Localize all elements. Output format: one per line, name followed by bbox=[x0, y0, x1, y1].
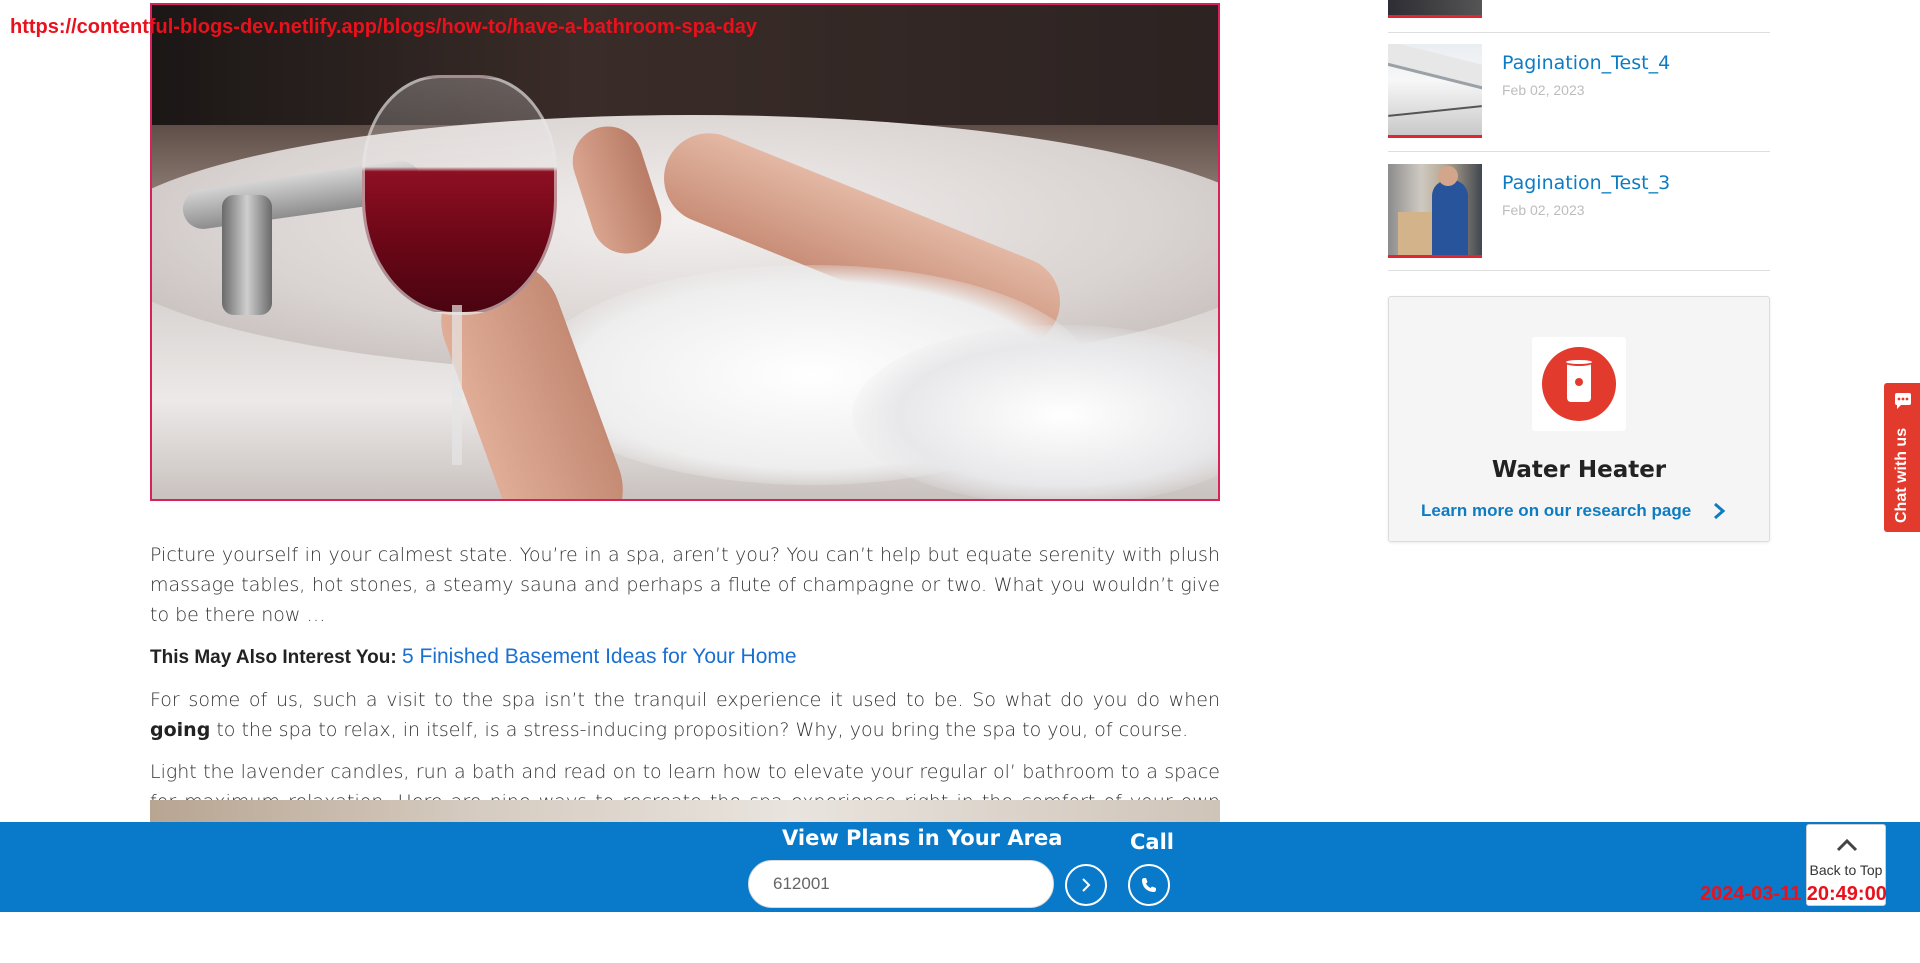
call-label: Call bbox=[1130, 830, 1174, 854]
submit-zip-button[interactable] bbox=[1065, 864, 1107, 906]
chat-label: Chat with us bbox=[1893, 427, 1910, 523]
article-paragraph-1: Picture yourself in your calmest state. … bbox=[150, 544, 1220, 626]
chat-bubble-icon bbox=[1895, 393, 1911, 409]
phone-icon bbox=[1142, 878, 1156, 892]
url-overlay: https://contentful-blogs-dev.netlify.app… bbox=[10, 16, 758, 38]
chevron-right-icon[interactable] bbox=[1709, 501, 1729, 521]
zip-code-input[interactable] bbox=[748, 860, 1054, 908]
divider bbox=[1388, 32, 1770, 33]
post-title[interactable]: Pagination_Test_4 bbox=[1502, 52, 1670, 74]
chevron-right-icon bbox=[1082, 878, 1091, 892]
paragraph-2-bold: going bbox=[150, 719, 211, 741]
post-date: Feb 02, 2023 bbox=[1502, 82, 1585, 98]
recent-post-item[interactable]: Pagination_Test_4 Feb 02, 2023 bbox=[1388, 44, 1770, 140]
chat-with-us-tab[interactable]: Chat with us bbox=[1884, 383, 1920, 532]
view-plans-label: View Plans in Your Area bbox=[782, 826, 1063, 850]
back-to-top-label: Back to Top bbox=[1809, 862, 1883, 878]
also-interest-label: This May Also Interest You: bbox=[150, 647, 397, 668]
post-title[interactable]: Pagination_Test_3 bbox=[1502, 172, 1670, 194]
recent-post-item[interactable]: Pagination_Test_3 Feb 02, 2023 bbox=[1388, 164, 1770, 260]
hero-image bbox=[150, 3, 1220, 501]
sticky-bottom-bar: View Plans in Your Area Call bbox=[0, 822, 1920, 912]
post-thumbnail[interactable] bbox=[1388, 164, 1482, 258]
divider bbox=[1388, 151, 1770, 152]
article-image-2 bbox=[150, 800, 1220, 824]
research-card-title: Water Heater bbox=[1491, 457, 1667, 483]
also-interest: This May Also Interest You: 5 Finished B… bbox=[150, 642, 1220, 673]
chevron-up-icon bbox=[1836, 838, 1858, 852]
post-thumbnail[interactable] bbox=[1388, 44, 1482, 138]
divider bbox=[1388, 270, 1770, 271]
water-heater-icon bbox=[1532, 337, 1626, 431]
paragraph-2-part-1: For some of us, such a visit to the spa … bbox=[150, 689, 1220, 711]
recent-post-thumbnail[interactable] bbox=[1388, 0, 1482, 18]
also-interest-link[interactable]: 5 Finished Basement Ideas for Your Home bbox=[402, 645, 797, 668]
article-paragraph-2: For some of us, such a visit to the spa … bbox=[150, 685, 1220, 745]
post-date: Feb 02, 2023 bbox=[1502, 202, 1585, 218]
research-card: Water Heater Learn more on our research … bbox=[1388, 296, 1770, 542]
timestamp-overlay: 2024-03-11 20:49:00 bbox=[1700, 883, 1887, 905]
paragraph-2-part-2: to the spa to relax, in itself, is a str… bbox=[210, 719, 1189, 741]
research-page-link[interactable]: Learn more on our research page bbox=[1421, 501, 1691, 521]
call-button[interactable] bbox=[1128, 864, 1170, 906]
